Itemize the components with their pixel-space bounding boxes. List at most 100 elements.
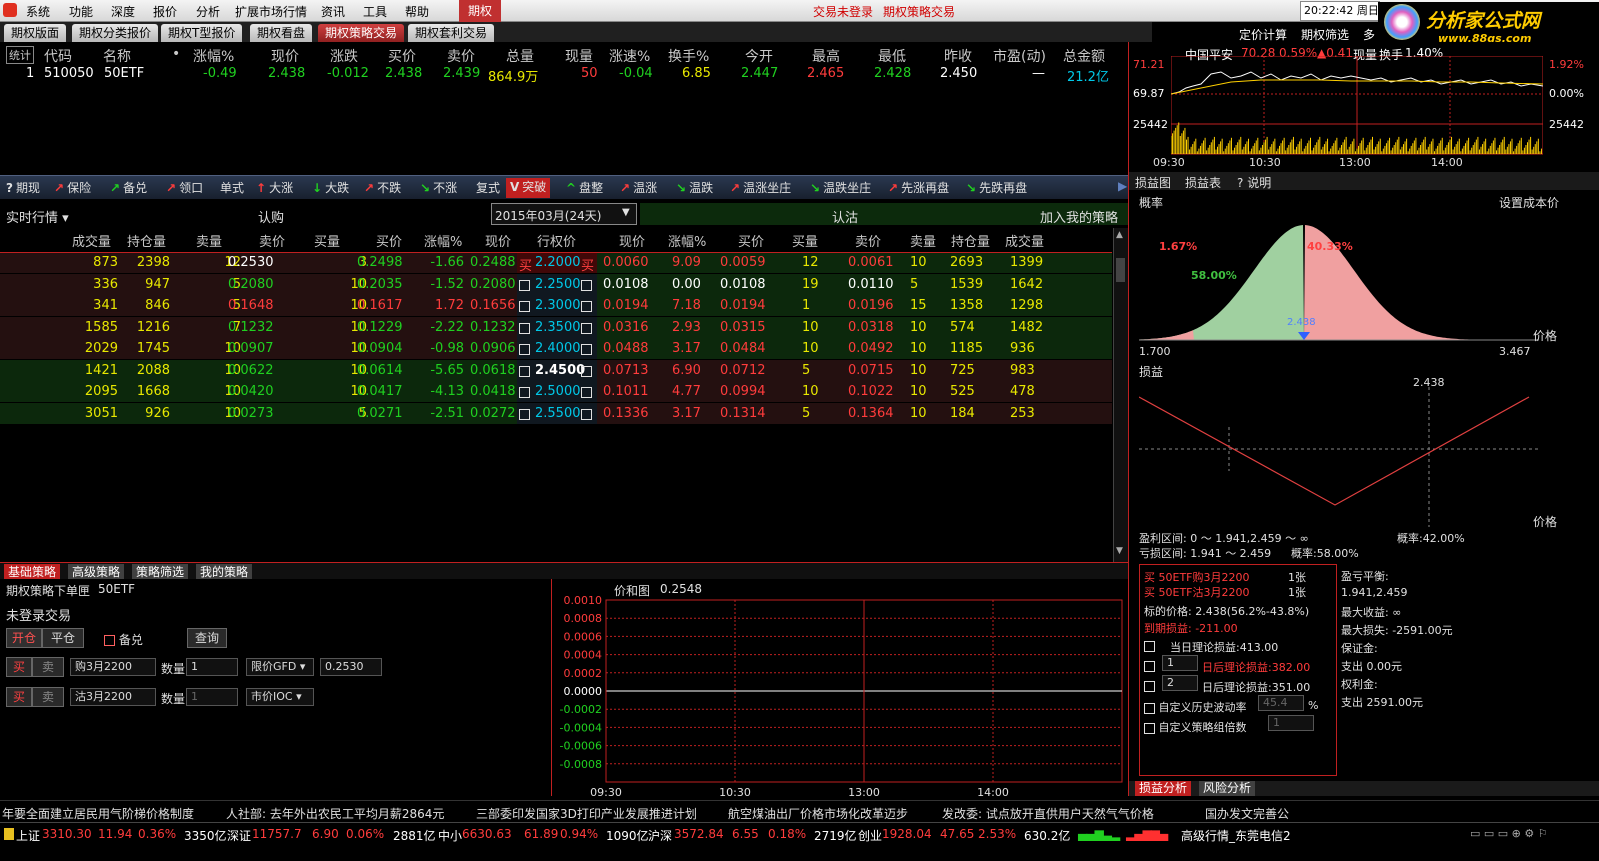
- strategy-xianzhang-zaipan[interactable]: ↗ 先涨再盘: [888, 179, 949, 196]
- tab-strategy-filter[interactable]: 策略筛选: [132, 564, 189, 580]
- hv-checkbox[interactable]: 自定义历史波动率: [1144, 699, 1247, 715]
- d1-checkbox[interactable]: [1144, 659, 1155, 672]
- leg2-buy-button[interactable]: 买: [6, 687, 32, 707]
- put-ask[interactable]: 0.0061: [848, 255, 894, 270]
- open-position-button[interactable]: 开仓: [6, 628, 42, 648]
- col-put-pct[interactable]: 涨幅%: [668, 231, 706, 250]
- scroll-down-icon[interactable]: ▼: [1116, 546, 1123, 556]
- col-call-pct[interactable]: 涨幅%: [424, 231, 462, 250]
- today-checkbox[interactable]: [1144, 639, 1155, 652]
- col-call-volume[interactable]: 成交量: [72, 231, 111, 250]
- col-strike[interactable]: 行权价: [537, 231, 576, 250]
- sz-label[interactable]: 深证: [227, 827, 251, 844]
- strategy-buzhang[interactable]: ↘ 不涨: [420, 179, 457, 196]
- put-bid[interactable]: 0.0108: [720, 277, 766, 292]
- strategy-qixian[interactable]: ? 期现: [6, 179, 40, 196]
- quote-col-amount[interactable]: 总金额: [1063, 46, 1105, 66]
- tab-option-class-quote[interactable]: 期权分类报价: [72, 24, 159, 42]
- strategy-dadie[interactable]: ↓ 大跌: [312, 179, 349, 196]
- col-call-bidvol[interactable]: 买量: [314, 231, 340, 250]
- hs-label[interactable]: 沪深: [648, 827, 672, 844]
- menu-depth[interactable]: 深度: [111, 3, 135, 20]
- leg2-order-type[interactable]: 市价IOC ▾: [246, 688, 314, 706]
- strategy-baoxian[interactable]: ↗ 保险: [54, 179, 91, 196]
- tab-help[interactable]: ? 说明: [1237, 174, 1271, 191]
- strategy-tupo[interactable]: V 突破: [506, 178, 551, 198]
- col-put-price[interactable]: 现价: [619, 231, 645, 250]
- col-call-oi[interactable]: 持仓量: [127, 231, 166, 250]
- call-bid[interactable]: 0.0904: [357, 341, 403, 356]
- tab-option-arbitrage[interactable]: 期权套利交易: [408, 24, 495, 42]
- quote-col-name[interactable]: 名称: [103, 46, 131, 66]
- call-bid[interactable]: 0.0614: [357, 363, 403, 378]
- quote-col-volume[interactable]: 总量: [506, 46, 534, 66]
- d1-days[interactable]: 1: [1162, 655, 1198, 671]
- quote-col-curvol[interactable]: 现量: [565, 46, 593, 66]
- quote-col-pe[interactable]: 市盈(动): [993, 46, 1046, 66]
- col-put-askvol[interactable]: 卖量: [910, 231, 936, 250]
- strategy-beidui[interactable]: ↗ 备兑: [110, 179, 147, 196]
- call-bid[interactable]: 0.0271: [357, 406, 403, 421]
- menu-news[interactable]: 资讯: [321, 3, 345, 20]
- tab-my-strategy[interactable]: 我的策略: [196, 564, 253, 580]
- quote-col-code[interactable]: 代码: [44, 46, 72, 66]
- call-ask[interactable]: 0.1232: [228, 320, 274, 335]
- d2-checkbox[interactable]: [1144, 679, 1155, 692]
- tab-option-strategy[interactable]: 期权策略交易: [318, 24, 405, 42]
- put-ask[interactable]: 0.0318: [848, 320, 894, 335]
- call-ask[interactable]: 0.1648: [228, 298, 274, 313]
- put-bid[interactable]: 0.0484: [720, 341, 766, 356]
- quote-col-stat[interactable]: 统计: [6, 46, 34, 64]
- option-row[interactable]: 873 2398 12 0.2530 3 0.2498 -1.66 0.2488 买 2.2000…: [0, 252, 1112, 274]
- tab-option-watch[interactable]: 期权看盘: [250, 24, 313, 42]
- mult-value[interactable]: 1: [1268, 715, 1314, 731]
- leg1-sell-button[interactable]: 卖: [32, 657, 64, 677]
- call-ask[interactable]: 0.2080: [228, 277, 274, 292]
- tab-pnl-analysis[interactable]: 损益分析: [1135, 781, 1192, 796]
- option-row[interactable]: 2095 1668 10 0.0420 10 0.0417 -4.13 0.0418 2.500…: [0, 381, 1112, 402]
- col-call-price[interactable]: 现价: [485, 231, 511, 250]
- put-ask[interactable]: 0.0110: [848, 277, 894, 292]
- menu-system[interactable]: 系统: [26, 3, 50, 20]
- strategy-lingkou[interactable]: ↗ 领口: [166, 179, 203, 196]
- strategy-wenzhang[interactable]: ↗ 温涨: [620, 179, 657, 196]
- menu-ext-market[interactable]: 扩展市场行情: [235, 3, 307, 20]
- scroll-thumb[interactable]: [1116, 258, 1125, 282]
- news-item[interactable]: 国办发文完善公: [1205, 805, 1289, 822]
- call-bid[interactable]: 0.2035: [357, 277, 403, 292]
- put-buy-checkbox[interactable]: 买: [581, 255, 594, 274]
- call-ask[interactable]: 0.0622: [228, 363, 274, 378]
- quote-col-prevclose[interactable]: 昨收: [944, 46, 972, 66]
- leg1-contract[interactable]: 购3月2200: [70, 658, 156, 676]
- col-call-ask[interactable]: 卖价: [259, 231, 285, 250]
- quote-col-speed[interactable]: 涨速%: [609, 46, 650, 66]
- scroll-up-icon[interactable]: ▲: [1116, 230, 1123, 240]
- quote-col-chg[interactable]: 涨跌: [330, 46, 358, 66]
- leg2-qty[interactable]: 1: [186, 688, 238, 706]
- call-buy-checkbox[interactable]: 买: [519, 255, 532, 274]
- call-bid[interactable]: 0.1229: [357, 320, 403, 335]
- option-row[interactable]: 1421 2088 10 0.0622 10 0.0614 -5.65 0.0618 2.450…: [0, 359, 1112, 381]
- put-bid[interactable]: 0.0059: [720, 255, 766, 270]
- col-put-bid[interactable]: 买价: [738, 231, 764, 250]
- zx-label[interactable]: 中小: [438, 827, 462, 844]
- leg1-buy-button[interactable]: 买: [6, 657, 32, 677]
- cy-label[interactable]: 创业: [858, 827, 882, 844]
- col-put-volume[interactable]: 成交量: [1005, 231, 1044, 250]
- rchart-menu-pricing[interactable]: 定价计算: [1239, 26, 1287, 43]
- menu-help[interactable]: 帮助: [405, 3, 429, 20]
- leg2-contract[interactable]: 沽3月2200: [70, 688, 156, 706]
- put-bid[interactable]: 0.0194: [720, 298, 766, 313]
- put-ask[interactable]: 0.0492: [848, 341, 894, 356]
- call-ask[interactable]: 0.2530: [228, 255, 274, 270]
- news-item[interactable]: 发改委: 试点放开直供用户天然气气价格: [942, 805, 1154, 822]
- call-bid[interactable]: 0.2498: [357, 255, 403, 270]
- tab-option-t-quote[interactable]: 期权T型报价: [161, 24, 243, 42]
- strategy-xiandie-zaipan[interactable]: ↘ 先跌再盘: [966, 179, 1027, 196]
- d2-days[interactable]: 2: [1162, 675, 1198, 691]
- hv-value[interactable]: 45.4: [1258, 695, 1304, 711]
- put-ask[interactable]: 0.1364: [848, 406, 894, 421]
- col-call-bid[interactable]: 买价: [376, 231, 402, 250]
- tray-icons[interactable]: ▭ ▭ ▭ ⊕ ⚙ ⚐: [1470, 827, 1548, 840]
- call-ask[interactable]: 0.0907: [228, 341, 274, 356]
